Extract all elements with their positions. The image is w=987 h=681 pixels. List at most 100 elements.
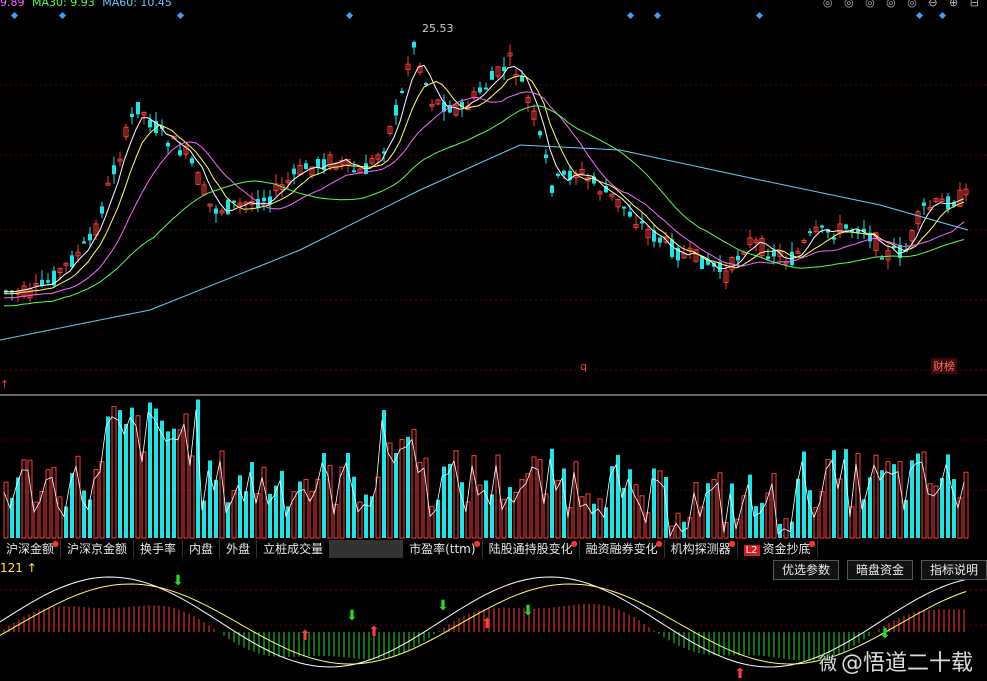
candle-body (544, 154, 548, 159)
volume-bar (364, 494, 368, 538)
tab-pe-ttm[interactable]: 市盈率(ttm) ● (403, 540, 483, 558)
tab-northbound[interactable]: 陆股通持股变化 ● (483, 540, 580, 558)
volume-bar (927, 483, 933, 539)
volume-bar (442, 466, 446, 538)
caibang-button[interactable]: 财榜 (931, 358, 957, 374)
candle-body (46, 280, 50, 283)
candle-body (100, 206, 104, 214)
volume-bar (693, 482, 699, 539)
indicator-buttons: 优选参数 暗盘资金 指标说明 (765, 560, 987, 580)
volume-bar (783, 518, 789, 539)
candle-body (820, 225, 824, 228)
event-marker-icon (10, 11, 19, 20)
event-markers[interactable] (10, 11, 947, 20)
volume-bar (754, 506, 758, 538)
tab-inner-vol[interactable]: 内盘 (183, 540, 221, 558)
dot-icon: ● (655, 539, 663, 548)
candle-body (190, 158, 194, 164)
volume-bar (862, 499, 866, 538)
volume-bar (597, 498, 603, 539)
volume-bar (261, 466, 267, 539)
volume-bar (531, 456, 537, 539)
candle-body (622, 206, 626, 209)
candle-body (178, 150, 182, 156)
dot-icon: ● (728, 539, 736, 548)
volume-bar (592, 503, 596, 538)
volume-bar (135, 415, 141, 539)
indicator-help-button[interactable]: 指标说明 (920, 560, 987, 580)
volume-bar (525, 473, 531, 539)
candle-body (478, 87, 482, 93)
optimize-params-button[interactable]: 优选参数 (772, 560, 839, 580)
candle-body (766, 256, 770, 260)
volume-bar (585, 493, 591, 539)
volume-bar (519, 478, 525, 539)
tab-label: 机构探测器 (670, 542, 731, 556)
volume-bar (484, 480, 488, 538)
volume-bar (460, 482, 464, 538)
dot-icon: ● (808, 539, 816, 548)
candle-body (670, 239, 674, 257)
down-arrow-icon: ⬇ (522, 603, 534, 619)
up-arrow-icon: ⬆ (368, 624, 380, 640)
tab-bottom-fishing[interactable]: L2 资金抄底 ● (738, 540, 818, 558)
candle-body (412, 41, 416, 48)
candle-body (70, 255, 74, 267)
volume-bar (322, 453, 326, 538)
candle-body (292, 168, 296, 175)
down-arrow-icon: ⬇ (172, 573, 184, 589)
candle-body (88, 233, 92, 241)
tab-hushenjing-amount[interactable]: 沪深京金额 (61, 540, 135, 558)
up-arrow-icon: ⬆ (299, 628, 311, 644)
volume-bar (916, 453, 920, 538)
volume-bar (370, 496, 374, 538)
volume-bar (411, 428, 417, 539)
down-arrow-icon: ⬇ (346, 608, 358, 624)
candle-body (502, 66, 506, 72)
volume-bar (579, 496, 585, 539)
ma-legend-item-3: MA60: 10.45 (102, 0, 172, 9)
tab-label: 资金抄底 (762, 542, 811, 556)
candle-body (880, 257, 884, 260)
tab-pile-volume[interactable]: 立桩成交量 (257, 540, 331, 558)
volume-bar (327, 464, 333, 539)
candle-body (808, 231, 812, 234)
volume-bar (70, 473, 74, 538)
volume-bar (399, 438, 405, 539)
volume-bar (339, 466, 345, 539)
volume-bar (166, 431, 170, 538)
volume-bar (687, 517, 693, 539)
watermark-text: @悟道二十载 (840, 651, 973, 676)
volume-bar (154, 408, 158, 538)
volume-bar (130, 407, 134, 538)
ma-legend-item-1: 9.89 (0, 0, 25, 9)
candlestick-series[interactable] (4, 40, 969, 303)
candle-body (400, 90, 404, 93)
q-marker[interactable]: q (580, 360, 587, 373)
dark-pool-button[interactable]: 暗盘资金 (846, 560, 913, 580)
event-marker-icon (755, 11, 764, 20)
tab-outer-vol[interactable]: 外盘 (220, 540, 258, 558)
toolbar-icons[interactable]: ◎ ◎ ◎ ◎ ◎ ⊖ ⊕ ⊟ (823, 0, 983, 9)
candle-body (628, 211, 632, 217)
volume-bar (10, 497, 14, 538)
volume-bar (771, 473, 777, 539)
tab-hidden[interactable] (330, 540, 404, 558)
volume-bar (628, 469, 632, 538)
event-marker-icon (58, 11, 67, 20)
tab-margin[interactable]: 融资融券变化 ● (580, 540, 665, 558)
tab-turnover[interactable]: 换手率 (134, 540, 184, 558)
up-arrow-icon: ↑ (0, 378, 10, 391)
tab-institution[interactable]: 机构探测器 ● (665, 540, 738, 558)
volume-bar (892, 464, 896, 538)
tab-hushen-amount[interactable]: 沪深金额 ● (0, 540, 62, 558)
volume-bar (141, 451, 147, 539)
volume-bar (280, 470, 284, 538)
candle-body (130, 113, 134, 118)
indicator-value: 121 ↑ (0, 561, 37, 575)
volume-bars[interactable] (3, 399, 969, 539)
peak-price-label: 25.53 (422, 22, 454, 35)
candle-body (538, 131, 542, 136)
volume-bar (51, 466, 57, 539)
candle-body (484, 87, 488, 90)
